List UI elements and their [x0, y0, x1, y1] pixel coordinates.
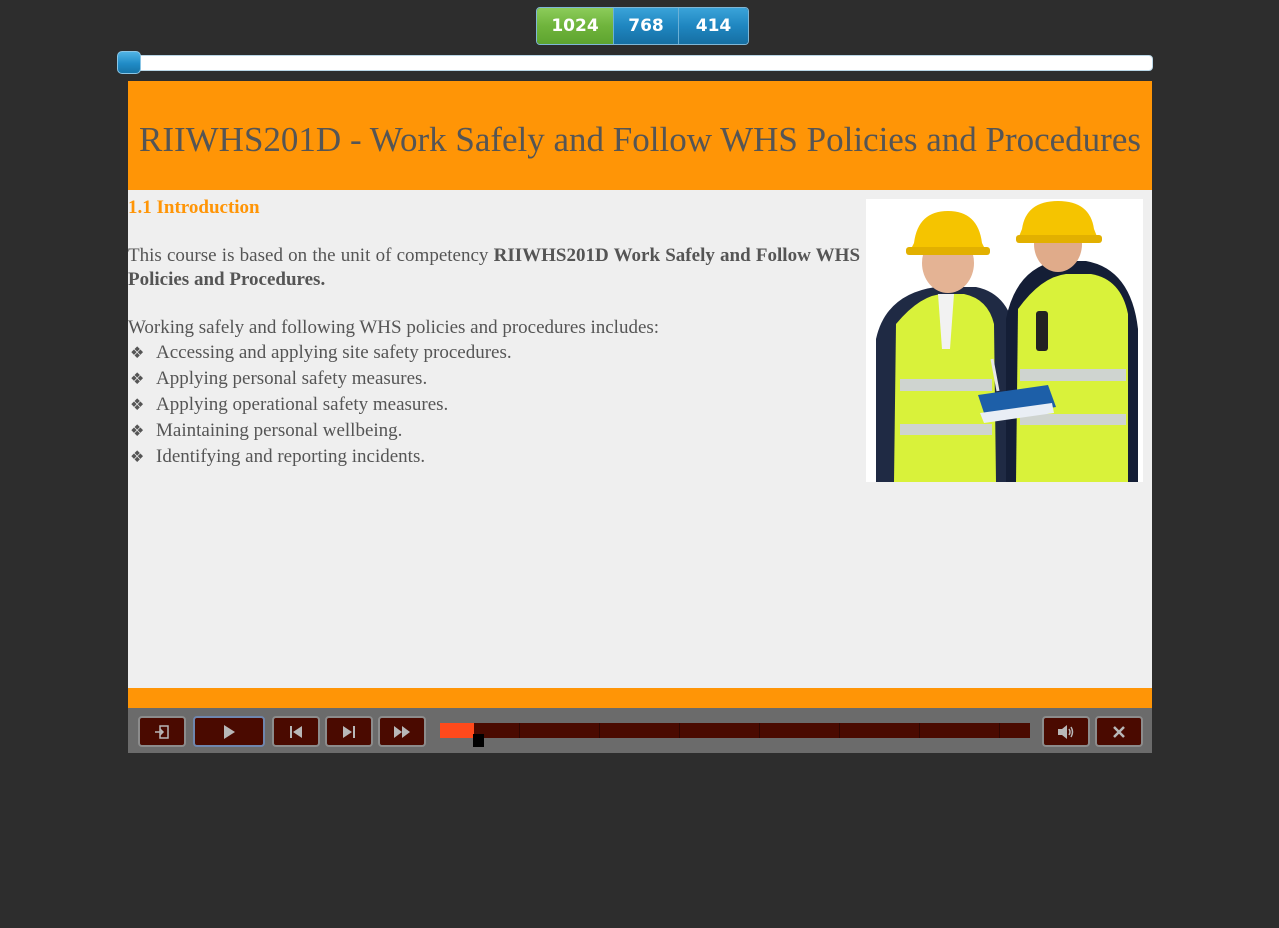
player-control-bar: [128, 708, 1152, 753]
resolution-1024-button[interactable]: 1024: [537, 8, 614, 44]
progress-tick: [519, 723, 520, 738]
diamond-bullet-icon: ❖: [130, 343, 145, 362]
diamond-bullet-icon: ❖: [130, 421, 145, 440]
slide-body-text: 1.1 Introduction This course is based on…: [128, 196, 860, 470]
slide-slider-handle[interactable]: [117, 51, 141, 74]
progress-tick: [599, 723, 600, 738]
list-item-text: Identifying and reporting incidents.: [156, 446, 426, 467]
list-item-text: Applying operational safety measures.: [156, 394, 449, 415]
list-item: ❖ Maintaining personal wellbeing.: [128, 418, 860, 444]
progress-tick: [999, 723, 1000, 738]
slide-header: RIIWHS201D - Work Safely and Follow WHS …: [128, 81, 1152, 190]
list-item-text: Applying personal safety measures.: [156, 368, 428, 389]
fast-forward-button[interactable]: [378, 716, 426, 747]
slide-title: RIIWHS201D - Work Safely and Follow WHS …: [138, 119, 1141, 159]
exit-icon: [155, 724, 169, 739]
playback-progress-bar[interactable]: [440, 723, 1030, 738]
exit-button[interactable]: [138, 716, 186, 747]
slide-footer-bar: [128, 688, 1152, 708]
list-item: ❖ Identifying and reporting incidents.: [128, 444, 860, 470]
progress-tick: [679, 723, 680, 738]
diamond-bullet-icon: ❖: [130, 447, 145, 466]
fast-forward-icon: [394, 725, 410, 738]
resolution-414-button[interactable]: 414: [679, 8, 748, 44]
resolution-768-button[interactable]: 768: [614, 8, 679, 44]
play-button[interactable]: [193, 716, 265, 747]
skip-next-icon: [343, 725, 355, 738]
lead-sentence: Working safely and following WHS policie…: [128, 317, 660, 338]
close-icon: [1113, 725, 1125, 738]
diamond-bullet-icon: ❖: [130, 369, 145, 388]
intro-paragraph: This course is based on the unit of comp…: [128, 244, 860, 292]
slide-content-area: RIIWHS201D - Work Safely and Follow WHS …: [128, 81, 1152, 708]
list-item-text: Accessing and applying site safety proce…: [156, 342, 512, 363]
play-icon: [224, 724, 235, 739]
bullet-list: ❖ Accessing and applying site safety proc…: [128, 340, 860, 470]
progress-tick: [759, 723, 760, 738]
playback-position-marker[interactable]: [473, 734, 484, 747]
list-item-text: Maintaining personal wellbeing.: [156, 420, 403, 441]
progress-tick: [919, 723, 920, 738]
volume-button[interactable]: [1042, 716, 1090, 747]
section-heading: 1.1 Introduction: [128, 197, 260, 218]
volume-icon: [1058, 724, 1074, 739]
playback-progress-fill: [440, 723, 474, 738]
close-button[interactable]: [1095, 716, 1143, 747]
list-item: ❖ Applying personal safety measures.: [128, 366, 860, 392]
progress-tick: [839, 723, 840, 738]
slide-slider-track[interactable]: [117, 55, 1153, 71]
workers-photo: [866, 199, 1143, 482]
diamond-bullet-icon: ❖: [130, 395, 145, 414]
workers-illustration: [866, 199, 1143, 482]
resolution-switcher: 1024 768 414: [536, 7, 749, 45]
intro-text: This course is based on the unit of comp…: [128, 245, 494, 266]
list-item: ❖ Accessing and applying site safety proc…: [128, 340, 860, 366]
next-slide-button[interactable]: [325, 716, 373, 747]
previous-slide-button[interactable]: [272, 716, 320, 747]
list-item: ❖ Applying operational safety measures.: [128, 392, 860, 418]
skip-previous-icon: [290, 725, 302, 738]
